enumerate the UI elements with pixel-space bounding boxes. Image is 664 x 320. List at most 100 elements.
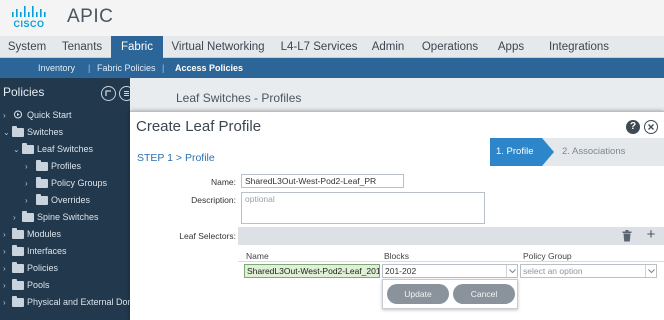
sidebar-item-leaf-switches[interactable]: ⌄ Leaf Switches [0,141,130,158]
sidebar-header: Policies [0,78,130,106]
sidebar-item-spine-switches[interactable]: › Spine Switches [0,209,130,226]
sidebar-item-label: Profiles [51,161,82,171]
sidebar-item-label: Interfaces [27,246,67,256]
column-header-blocks: Blocks [384,251,410,261]
create-leaf-profile-dialog: Create Leaf Profile ? 1. Profile 2. Asso… [130,111,664,320]
policy-group-select[interactable]: select an option [520,264,657,278]
column-header-policy-group: Policy Group [523,251,572,261]
main-nav: System Tenants Fabric Virtual Networking… [0,36,664,58]
page-title: Leaf Switches - Profiles [176,91,302,105]
sidebar-item-interfaces[interactable]: › Interfaces [0,243,130,260]
trash-icon[interactable] [622,230,632,242]
name-field[interactable]: SharedL3Out-West-Pod2-Leaf_PR [241,174,404,188]
chevron-down-icon[interactable] [506,265,517,277]
sidebar-item-label: Switches [27,127,64,137]
wizard-steps: 1. Profile 2. Associations [490,138,664,166]
cisco-logo[interactable]: CISCO [9,6,49,32]
tab-integrations[interactable]: Integrations [542,36,616,58]
update-button[interactable]: Update [387,284,449,304]
sidebar-item-quick-start[interactable]: › Quick Start [0,107,130,124]
chevron-right-icon: › [3,247,6,256]
table-header-divider [238,261,664,262]
tab-operations[interactable]: Operations [418,36,482,58]
logo-text: CISCO [13,19,45,29]
sidebar-item-physical-external-domains[interactable]: › Physical and External Domai [0,294,130,311]
blocks-select[interactable]: 201-202 [382,264,518,278]
sidebar-item-profiles[interactable]: › Profiles [0,158,130,175]
folder-icon [12,245,24,256]
sidebar-item-label: Quick Start [27,110,72,120]
subtab-access-policies[interactable]: Access Policies [175,58,243,78]
sidebar-item-switches[interactable]: ⌄ Switches [0,124,130,141]
sidebar-item-label: Policies [27,263,59,273]
collapse-icon[interactable] [101,86,116,101]
name-label: Name: [210,177,236,187]
chevron-right-icon: › [3,111,6,120]
sidebar-item-pools[interactable]: › Pools [0,277,130,294]
add-icon[interactable]: + [644,227,658,242]
sidebar-item-label: Physical and External Domai [27,297,130,307]
sidebar-item-policies[interactable]: › Policies [0,260,130,277]
folder-icon [36,194,48,205]
chevron-down-icon: ⌄ [3,128,10,137]
sub-nav: Inventory | Fabric Policies | Access Pol… [0,58,664,78]
subtab-inventory[interactable]: Inventory [38,58,75,78]
sidebar-item-policy-groups[interactable]: › Policy Groups [0,175,130,192]
policy-group-placeholder: select an option [523,266,583,276]
folder-icon [12,296,24,307]
column-header-name: Name [246,251,269,261]
description-field[interactable]: optional [241,192,485,224]
selector-name-input[interactable]: SharedL3Out-West-Pod2-Leaf_201 [244,264,380,278]
app-header: CISCO APIC [0,0,664,36]
list-view-icon[interactable] [119,86,130,101]
sidebar-item-label: Modules [27,229,62,239]
quick-start-icon [13,110,23,119]
chevron-right-icon: › [25,162,28,171]
step-label: STEP 1 > Profile [137,152,215,164]
folder-icon [36,177,48,188]
dialog-title: Create Leaf Profile [136,118,262,135]
chevron-right-icon: › [3,298,6,307]
blocks-value: 201-202 [385,266,417,276]
folder-icon [12,126,24,137]
sidebar-item-label: Pools [27,280,50,290]
tab-l4-l7-services[interactable]: L4-L7 Services [276,36,362,58]
app-title: APIC [67,6,114,27]
subtab-fabric-policies[interactable]: Fabric Policies [97,58,156,78]
sidebar-item-label: Leaf Switches [37,144,94,154]
tab-virtual-networking[interactable]: Virtual Networking [170,36,266,58]
tab-apps[interactable]: Apps [491,36,531,58]
chevron-down-icon: ⌄ [13,145,20,154]
leaf-selectors-toolbar: + [238,227,664,245]
tab-fabric[interactable]: Fabric [111,36,163,58]
cancel-button[interactable]: Cancel [453,284,515,304]
description-label: Description: [191,195,236,205]
chevron-down-icon[interactable] [645,265,656,277]
sidebar-item-label: Policy Groups [51,178,108,188]
folder-icon [36,160,48,171]
folder-icon [22,143,34,154]
sidebar-item-overrides[interactable]: › Overrides [0,192,130,209]
folder-icon [12,228,24,239]
chevron-right-icon: › [25,179,28,188]
help-icon[interactable]: ? [626,120,640,134]
tab-system[interactable]: System [0,36,54,58]
chevron-right-icon: › [25,196,28,205]
sidebar-item-label: Spine Switches [37,212,99,222]
folder-icon [12,279,24,290]
sidebar-item-modules[interactable]: › Modules [0,226,130,243]
wizard-step-profile[interactable]: 1. Profile [490,138,542,166]
wizard-step-associations[interactable]: 2. Associations [562,138,625,166]
chevron-right-icon: › [13,213,16,222]
sidebar-title: Policies [3,85,45,99]
subnav-separator: | [162,63,165,73]
chevron-right-icon: › [3,264,6,273]
tab-tenants[interactable]: Tenants [56,36,108,58]
tab-admin[interactable]: Admin [367,36,409,58]
chevron-right-icon: › [3,281,6,290]
sidebar-item-label: Overrides [51,195,91,205]
close-icon[interactable] [644,120,658,134]
wizard-arrow [542,138,554,166]
sidebar: Policies › Quick Start ⌄ Switches ⌄ Leaf… [0,78,130,320]
cisco-bars-icon [12,6,46,17]
